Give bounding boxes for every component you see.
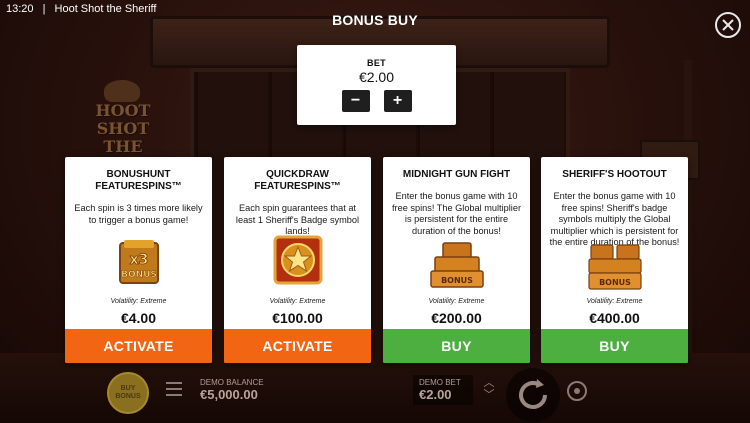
feature-card-bonushunt: BONUSHUNT FEATURESPINS™ Each spin is 3 t…	[65, 157, 212, 363]
bonus-stack-double-icon: BONUS	[541, 243, 688, 293]
autoplay-button[interactable]	[567, 381, 587, 401]
card-price: €100.00	[272, 310, 323, 326]
demo-bet-label: DEMO BET	[419, 378, 461, 387]
feature-card-quickdraw: QUICKDRAW FEATURESPINS™ Each spin guaran…	[224, 157, 371, 363]
card-volatility: Volatility: Extreme	[428, 298, 485, 305]
close-button[interactable]	[715, 12, 741, 38]
feature-card-midnight-gun-fight: MIDNIGHT GUN FIGHT Enter the bonus game …	[383, 157, 530, 363]
card-description: Each spin is 3 times more likely to trig…	[74, 203, 203, 225]
spin-button[interactable]	[506, 368, 560, 422]
card-volatility: Volatility: Extreme	[110, 298, 167, 305]
art-bonus-text: BONUS	[441, 276, 473, 285]
bonus-stack-icon: BONUS	[383, 241, 530, 291]
art-bonus-text: BONUS	[599, 278, 631, 287]
bet-label: BET	[367, 58, 386, 68]
increase-bet-button[interactable]: +	[383, 90, 412, 112]
buy-button[interactable]: BUY	[541, 329, 688, 363]
chevron-up-icon[interactable]: ︿	[482, 377, 496, 389]
activate-button[interactable]: ACTIVATE	[65, 329, 212, 363]
close-icon	[722, 19, 734, 31]
feature-card-sheriffs-hootout: SHERIFF'S HOOTOUT Enter the bonus game w…	[541, 157, 688, 363]
card-title: SHERIFF'S HOOTOUT	[562, 169, 667, 180]
card-title: BONUSHUNT FEATURESPINS™	[95, 169, 182, 192]
decrease-bet-button[interactable]: −	[341, 90, 370, 112]
card-price: €200.00	[431, 310, 482, 326]
art-bonus-text: BONUS	[121, 270, 157, 280]
buy-button[interactable]: BUY	[383, 329, 530, 363]
buy-bonus-button[interactable]: BUY BONUS	[107, 372, 149, 414]
chevron-down-icon[interactable]: ﹀	[482, 389, 496, 401]
bet-value: €2.00	[358, 69, 395, 85]
card-price: €400.00	[589, 310, 640, 326]
card-price: €4.00	[120, 310, 157, 326]
autoplay-icon	[574, 388, 580, 394]
demo-balance-value: €5,000.00	[200, 387, 258, 402]
demo-bet[interactable]: DEMO BET €2.00	[413, 375, 473, 405]
art-multiplier-text: x3	[129, 252, 148, 268]
demo-balance: DEMO BALANCE €5,000.00	[200, 378, 264, 402]
card-title: MIDNIGHT GUN FIGHT	[402, 169, 511, 180]
demo-balance-label: DEMO BALANCE	[200, 378, 264, 387]
card-description: Enter the bonus game with 10 free spins!…	[391, 191, 522, 236]
dialog-title: BONUS BUY	[332, 12, 418, 28]
sheriff-badge-icon	[224, 233, 371, 287]
spin-icon	[519, 379, 547, 409]
activate-button[interactable]: ACTIVATE	[224, 329, 371, 363]
card-description: Enter the bonus game with 10 free spins!…	[549, 191, 680, 247]
card-volatility: Volatility: Extreme	[269, 298, 326, 305]
bet-arrows[interactable]: ︿ ﹀	[482, 377, 496, 405]
bet-panel: BET €2.00 − +	[297, 45, 456, 125]
demo-bet-value: €2.00	[419, 387, 452, 402]
card-title: QUICKDRAW FEATURESPINS™	[254, 169, 341, 192]
menu-icon[interactable]	[166, 382, 182, 396]
x3-bonus-icon: x3 BONUS	[65, 237, 212, 287]
card-volatility: Volatility: Extreme	[586, 298, 643, 305]
